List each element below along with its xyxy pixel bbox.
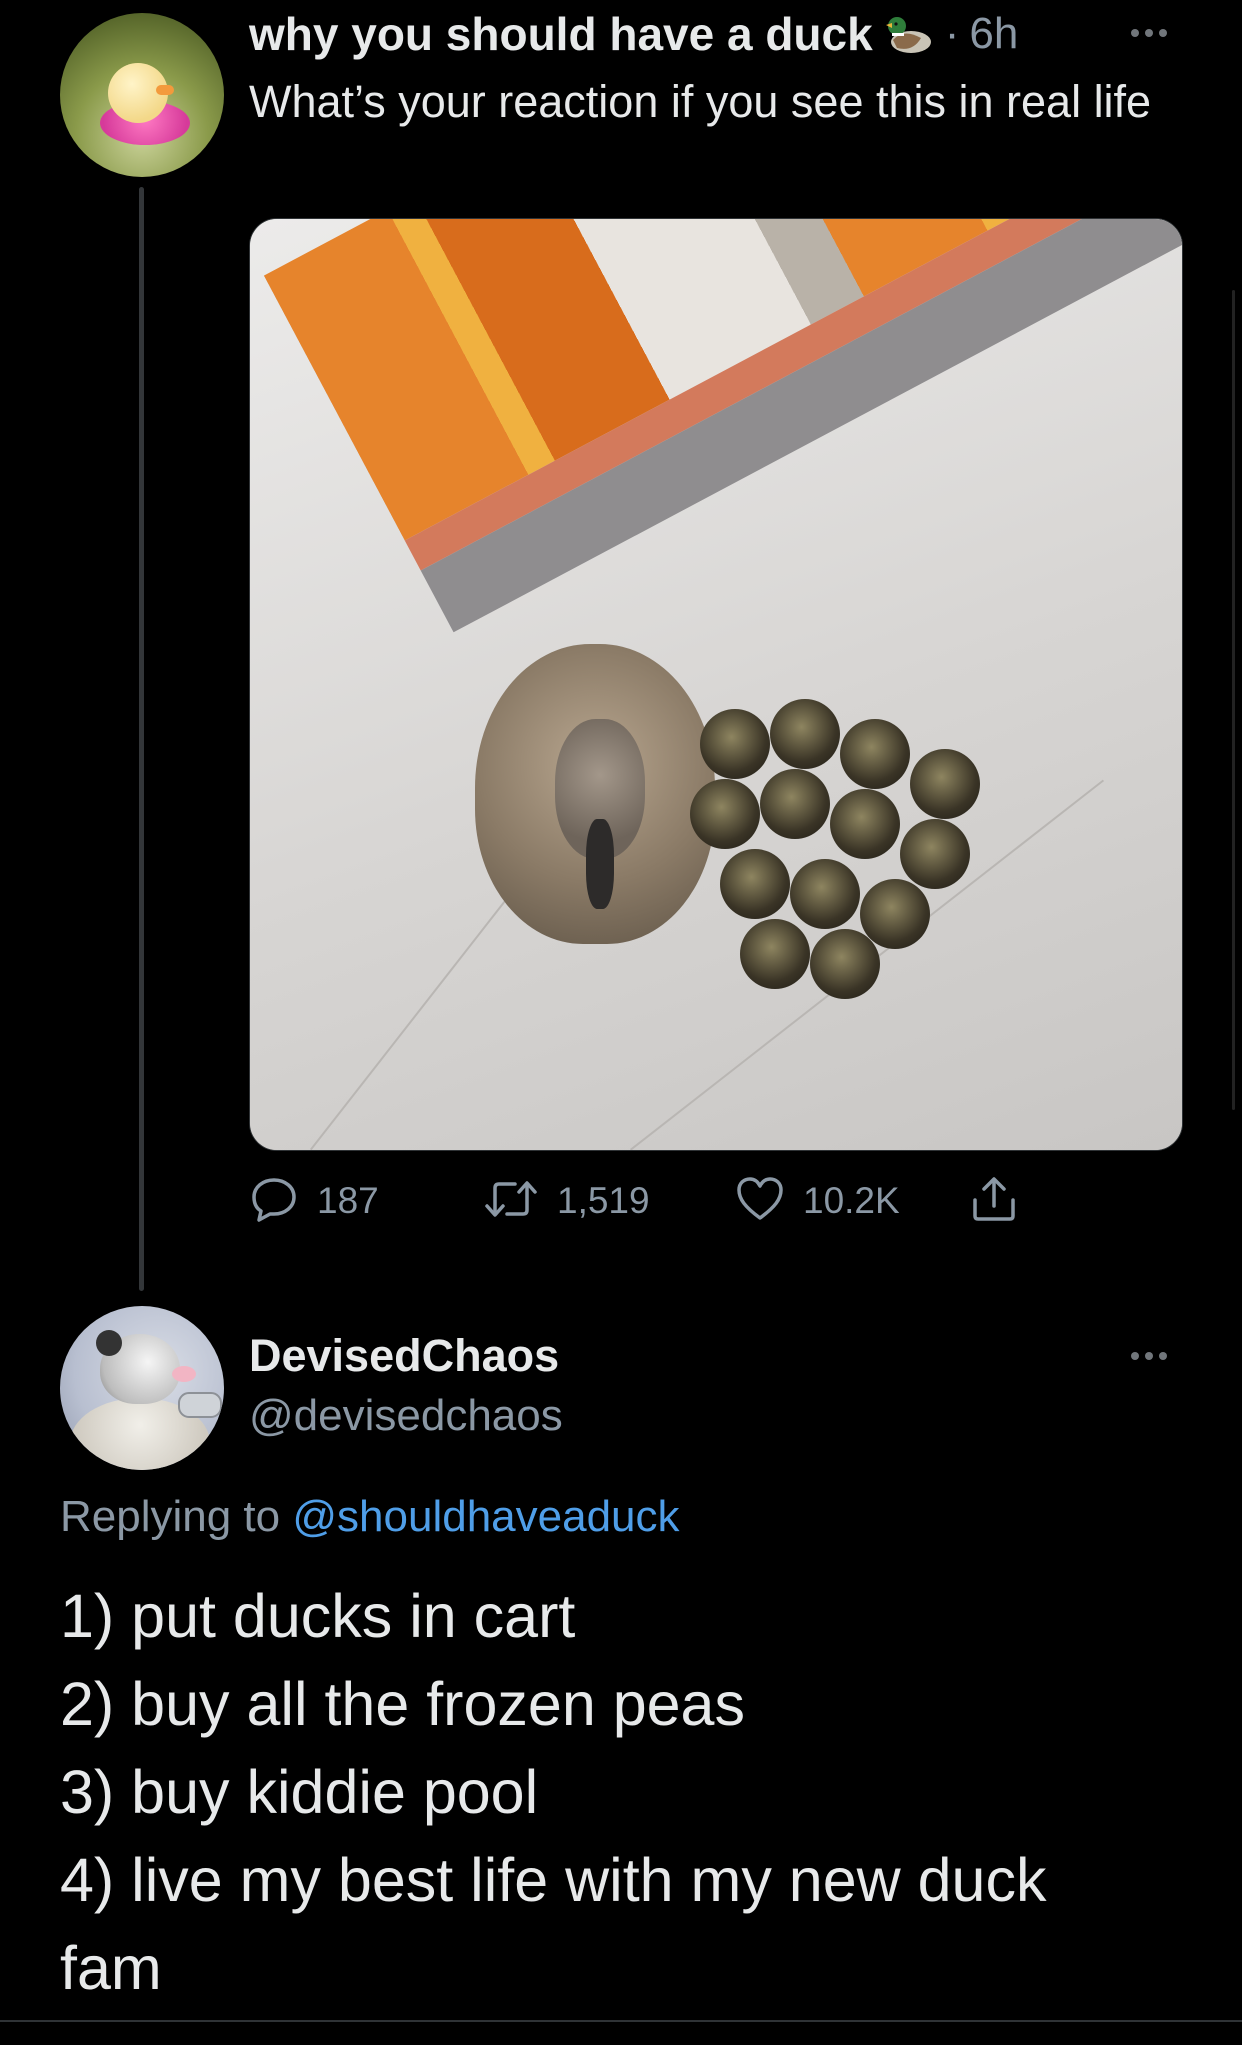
reply-author-avatar[interactable]: [60, 1306, 224, 1470]
duckling: [720, 849, 790, 919]
like-button[interactable]: 10.2K: [735, 1171, 900, 1231]
microphone-icon: [178, 1392, 222, 1418]
duckling: [860, 879, 930, 949]
reply-author-name[interactable]: DevisedChaos: [249, 1330, 559, 1382]
duckling: [740, 919, 810, 989]
replying-to-label: Replying to: [60, 1492, 281, 1541]
reply-text: 1) put ducks in cart 2) buy all the froz…: [60, 1572, 1190, 2012]
ducklings-group: [680, 689, 1020, 1009]
opossum-ear: [96, 1330, 122, 1356]
duckling: [830, 789, 900, 859]
reply-author-handle[interactable]: @devisedchaos: [249, 1391, 563, 1441]
divider: [0, 2020, 1242, 2022]
duckling-beak: [156, 85, 174, 95]
separator-dot: ·: [944, 9, 960, 58]
scrollbar[interactable]: [1232, 290, 1235, 1110]
reply-button[interactable]: 187: [249, 1171, 379, 1231]
retweet-button[interactable]: 1,519: [483, 1171, 650, 1231]
reply-line: 2) buy all the frozen peas: [60, 1670, 745, 1738]
duckling: [790, 859, 860, 929]
opossum-nose: [172, 1366, 196, 1382]
duckling: [810, 929, 880, 999]
heart-icon: [735, 1174, 785, 1229]
share-icon: [969, 1174, 1019, 1229]
reply-line: 1) put ducks in cart: [60, 1582, 576, 1650]
more-options-icon[interactable]: [1131, 29, 1167, 37]
share-button[interactable]: [969, 1171, 1019, 1231]
duckling: [700, 709, 770, 779]
tweet-photo[interactable]: [249, 218, 1183, 1151]
author-avatar[interactable]: [60, 13, 224, 177]
reply-line: fam: [60, 1934, 162, 2002]
retweet-icon: [483, 1174, 539, 1229]
reply-icon: [249, 1174, 299, 1229]
duckling: [910, 749, 980, 819]
replying-to-line: Replying to @shouldhaveaduck: [60, 1492, 680, 1542]
duckling: [770, 699, 840, 769]
mother-duck-bill: [586, 819, 614, 909]
reply-line: 3) buy kiddie pool: [60, 1758, 539, 1826]
duckling: [690, 779, 760, 849]
tweet-actions-bar: 187 1,519 10.2K: [249, 1171, 1049, 1231]
more-options-icon[interactable]: [1131, 1352, 1167, 1360]
reply-line: 4) live my best life with my new duck: [60, 1846, 1047, 1914]
tweet-text: What’s your reaction if you see this in …: [249, 76, 1152, 127]
reply-count: 187: [317, 1180, 379, 1221]
tweet-timestamp[interactable]: 6h: [969, 9, 1018, 59]
tweet-header: why you should have a duck · 6h: [249, 4, 1018, 64]
mallard-duck-icon: [883, 12, 935, 56]
like-count: 10.2K: [803, 1180, 900, 1221]
duckling: [840, 719, 910, 789]
duckling: [760, 769, 830, 839]
author-display-name[interactable]: why you should have a duck: [249, 7, 873, 61]
thread-connector-line: [139, 187, 144, 1291]
replying-to-handle-link[interactable]: @shouldhaveaduck: [292, 1492, 679, 1541]
retweet-count: 1,519: [557, 1180, 650, 1221]
duckling: [900, 819, 970, 889]
